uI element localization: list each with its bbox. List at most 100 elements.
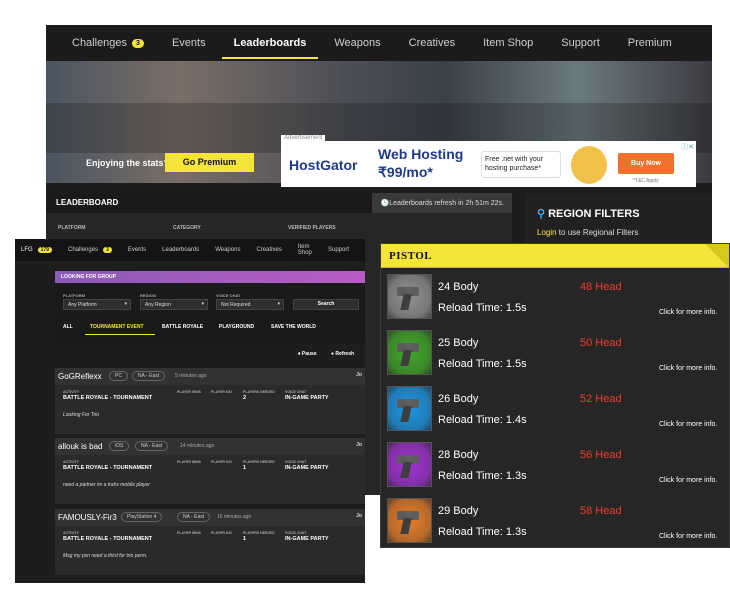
lfg-badge: 179 — [37, 247, 53, 253]
tab-tournament-event[interactable]: TOURNAMENT EVENT — [90, 324, 144, 330]
header-corner — [705, 244, 729, 268]
kd-label: PLAYER K/D — [211, 531, 232, 535]
leaderboard-title: LEADERBOARD — [56, 198, 119, 207]
challenges-badge: 3 — [132, 38, 144, 48]
nav-events[interactable]: Events — [128, 247, 146, 253]
player-name[interactable]: FAMOUSLY-Fir3 — [58, 513, 117, 522]
platform-tag: PC — [109, 371, 128, 381]
nav-leaderboards[interactable]: Leaderboards — [162, 247, 199, 253]
region-tag: NA - East — [177, 512, 211, 522]
head-damage: 58 Head — [580, 505, 622, 517]
pistol-rarity-row[interactable]: 29 Body 58 Head Reload Time: 1.3s Click … — [381, 495, 729, 551]
ad-buy-now-button[interactable]: Buy Now — [618, 153, 674, 174]
refresh-button[interactable]: ● Refresh — [331, 351, 354, 357]
activity-value: BATTLE ROYALE - TOURNAMENT — [63, 465, 153, 471]
pistol-image — [387, 386, 432, 431]
nav-item-shop[interactable]: Item Shop — [483, 25, 533, 61]
player-name[interactable]: GoGReflexx — [58, 372, 102, 381]
tab-playground[interactable]: PLAYGROUND — [219, 324, 254, 330]
nav-events[interactable]: Events — [172, 25, 206, 61]
pistol-rarity-row[interactable]: 26 Body 52 Head Reload Time: 1.4s Click … — [381, 383, 729, 439]
nav-item-shop[interactable]: Item Shop — [298, 244, 312, 256]
nav-weapons[interactable]: Weapons — [334, 25, 380, 61]
pistol-grip-icon — [400, 518, 412, 534]
post-header: FAMOUSLY-Fir3 PlayStation 4 NA - East 16… — [55, 509, 365, 526]
login-link[interactable]: Login — [537, 228, 557, 237]
lfg-post[interactable]: allouk is bad iOS NA - East 14 minutes a… — [55, 438, 365, 504]
pistol-image — [387, 498, 432, 543]
wins-label: PLAYER WINS — [177, 460, 201, 464]
nav-weapons[interactable]: Weapons — [215, 247, 240, 253]
post-note: Msg my psn need a third for trio perm. — [63, 553, 148, 559]
pause-label: Pause — [301, 351, 317, 357]
ad-headline: Web Hosting — [378, 146, 464, 162]
ad-close-icon[interactable]: ⓘ✕ — [681, 142, 694, 152]
more-info-link[interactable]: Click for more info. — [659, 533, 717, 540]
wins-label: PLAYER WINS — [177, 531, 201, 535]
post-time: 16 minutes ago — [217, 514, 252, 520]
player-name[interactable]: allouk is bad — [58, 442, 102, 451]
nav-support[interactable]: Support — [328, 247, 349, 253]
nav-challenges[interactable]: Challenges 3 — [72, 25, 144, 61]
lfg-post[interactable]: FAMOUSLY-Fir3 PlayStation 4 NA - East 16… — [55, 509, 365, 575]
voice-label: VOICE CHAT — [285, 460, 307, 464]
join-button[interactable]: Jo — [356, 513, 362, 519]
search-button[interactable]: Search — [293, 299, 359, 310]
body-damage: 24 Body — [438, 281, 479, 293]
needed-value: 1 — [243, 536, 247, 542]
region-select[interactable]: Any Region — [140, 299, 208, 310]
kd-label: PLAYER K/D — [211, 390, 232, 394]
nav-support[interactable]: Support — [561, 25, 600, 61]
more-info-link[interactable]: Click for more info. — [659, 421, 717, 428]
region-label: REGION — [140, 293, 156, 298]
post-header: GoGReflexx PC NA - East 5 minutes ago Jo — [55, 368, 365, 385]
join-button[interactable]: Jo — [356, 442, 362, 448]
nav-challenges[interactable]: Challenges 3 — [68, 247, 112, 253]
body-damage: 28 Body — [438, 449, 479, 461]
pistol-grip-icon — [400, 406, 412, 422]
ad-price: ₹99/mo* — [378, 164, 433, 180]
nav-creatives[interactable]: Creatives — [256, 247, 281, 253]
activity-value: BATTLE ROYALE - TOURNAMENT — [63, 395, 153, 401]
nav-label: LFG — [21, 247, 33, 253]
pistol-rarity-row[interactable]: 28 Body 56 Head Reload Time: 1.3s Click … — [381, 439, 729, 495]
voice-label: VOICE CHAT — [285, 390, 307, 394]
more-info-link[interactable]: Click for more info. — [659, 365, 717, 372]
more-info-link[interactable]: Click for more info. — [659, 477, 717, 484]
join-button[interactable]: Jo — [356, 372, 362, 378]
nav-creatives[interactable]: Creatives — [409, 25, 455, 61]
voice-select[interactable]: Not Required — [216, 299, 284, 310]
location-pin-icon: ⚲ — [537, 208, 546, 220]
more-info-link[interactable]: Click for more info. — [659, 309, 717, 316]
advertisement[interactable]: Advertisement HostGator Web Hosting ₹99/… — [281, 135, 696, 187]
region-tag: NA - East — [132, 371, 166, 381]
active-tab-underline — [85, 334, 155, 335]
needed-value: 2 — [243, 395, 247, 401]
kd-label: PLAYER K/D — [211, 460, 232, 464]
nav-premium[interactable]: Premium — [628, 25, 672, 61]
tab-all[interactable]: ALL — [63, 324, 73, 330]
nav-lfg[interactable]: LFG 179 — [21, 247, 53, 253]
tab-battle-royale[interactable]: BATTLE ROYALE — [162, 324, 203, 330]
tab-save-the-world[interactable]: SAVE THE WORLD — [271, 324, 316, 330]
reload-time: Reload Time: 1.3s — [438, 526, 527, 538]
pistol-image — [387, 330, 432, 375]
pistol-rarity-row[interactable]: 25 Body 50 Head Reload Time: 1.5s Click … — [381, 327, 729, 383]
nav-leaderboards[interactable]: Leaderboards — [221, 25, 319, 61]
needed-label: PLAYERS NEEDED — [243, 460, 275, 464]
pistol-rarity-row[interactable]: 24 Body 48 Head Reload Time: 1.5s Click … — [381, 271, 729, 327]
lfg-post[interactable]: GoGReflexx PC NA - East 5 minutes ago Jo… — [55, 368, 365, 434]
go-premium-button[interactable]: Go Premium — [165, 153, 254, 172]
platform-select[interactable]: Any Platform — [63, 299, 131, 310]
region-filters-title: ⚲ REGION FILTERS — [537, 207, 640, 220]
body-damage: 26 Body — [438, 393, 479, 405]
nav-label: Challenges — [72, 37, 128, 49]
head-damage: 52 Head — [580, 393, 622, 405]
activity-label: ACTIVITY — [63, 390, 79, 394]
clock-icon: 🕓 — [380, 200, 390, 207]
platform-tag: PlayStation 4 — [121, 512, 163, 522]
ad-offer: Free .net with your hosting purchase* — [481, 151, 561, 178]
pause-button[interactable]: ⏸ Pause — [298, 351, 317, 357]
platform-label: PLATFORM — [58, 225, 86, 231]
pistol-image — [387, 442, 432, 487]
